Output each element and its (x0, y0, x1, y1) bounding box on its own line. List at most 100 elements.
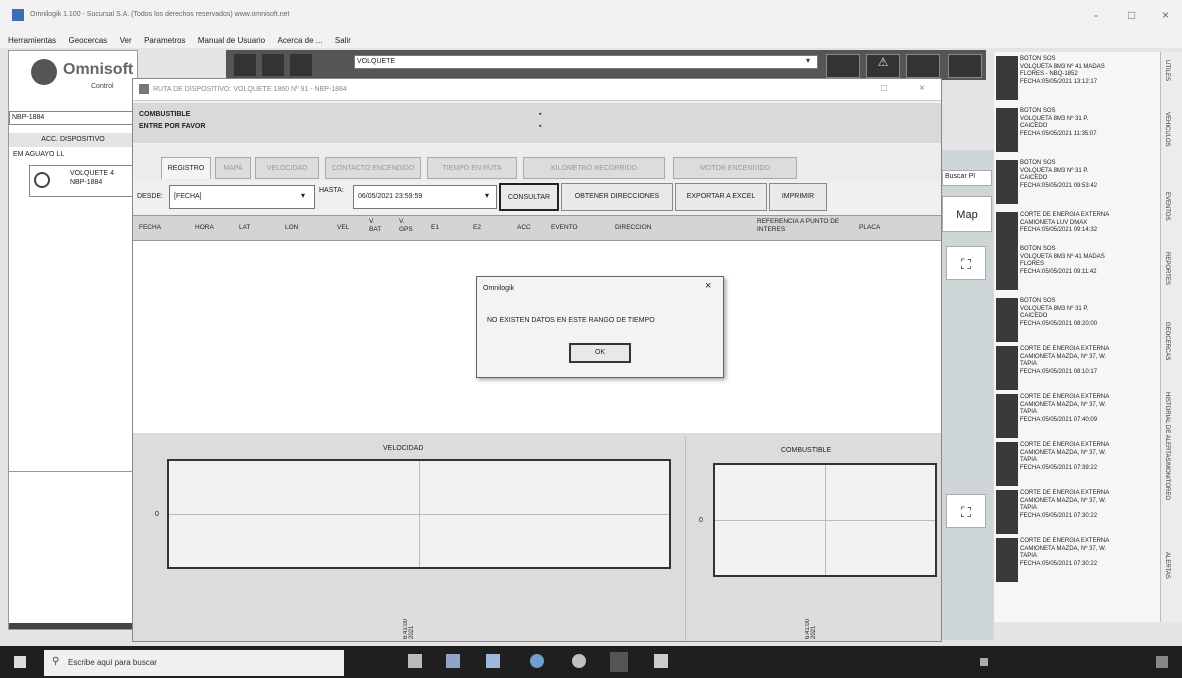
tab-registro[interactable]: REGISTRO (161, 157, 211, 179)
close-button[interactable]: × (1162, 8, 1169, 22)
fullscreen-icon-2[interactable]: ⛶ (946, 494, 986, 528)
col-referencia[interactable]: REFERENCIA A PUNTO DE INTERES (757, 218, 855, 234)
search-input[interactable]: VOLQUETE (354, 55, 818, 69)
consultar-button[interactable]: CONSULTAR (499, 183, 559, 211)
taskbar-app-4[interactable] (530, 654, 544, 668)
alert-item[interactable]: CORTE DE ENERGIA EXTERNA CAMIONETA MAZDA… (994, 344, 1160, 394)
layers-icon[interactable] (826, 54, 860, 78)
dialog-close-button[interactable]: × (919, 83, 925, 94)
alert-item[interactable]: BOTON SOS VOLQUETA 8M3 Nº 31 P. CAICEDO … (994, 158, 1160, 208)
map-type-button[interactable]: Map (942, 196, 992, 232)
taskbar-app-7[interactable] (654, 654, 668, 668)
col-vel[interactable]: VEL (337, 224, 349, 232)
start-icon[interactable] (14, 656, 26, 668)
tree-item[interactable]: VOLQUETE 4 NBP-1884 (29, 165, 137, 197)
tool-icon-1[interactable] (234, 54, 256, 76)
column-header: ACC. DISPOSITIVO (9, 133, 137, 147)
taskbar-app-2[interactable] (446, 654, 460, 668)
ok-button[interactable]: OK (569, 343, 631, 363)
tools-icon[interactable] (906, 54, 940, 78)
warning-icon[interactable]: ⚠ (866, 54, 900, 78)
col-fecha[interactable]: FECHA (139, 224, 161, 232)
col-vgps[interactable]: V. GPS (399, 218, 417, 234)
col-vbat[interactable]: V. BAT (369, 218, 387, 234)
tab-row: REGISTRO MAPA VELOCIDAD CONTACTO ENCENDI… (133, 145, 941, 181)
map-search-tab[interactable]: Buscar Pl (942, 170, 992, 186)
vtab-geocercas[interactable]: GEOCERCAS (1164, 322, 1170, 360)
taskbar-search[interactable]: ⚲ Escribe aquí para buscar (44, 650, 344, 676)
obtener-direcciones-button[interactable]: OBTENER DIRECCIONES (561, 183, 673, 211)
alert-text: CORTE DE ENERGIA EXTERNA CAMIONETA MAZDA… (1020, 538, 1110, 567)
taskbar-app-6[interactable] (610, 652, 628, 672)
dialog-maximize-button[interactable]: □ (881, 83, 887, 94)
chart-divider (685, 437, 686, 641)
menu-salir[interactable]: Salir (335, 32, 351, 50)
vtab-eventos[interactable]: EVENTOS (1164, 192, 1170, 221)
message-close-button[interactable]: × (705, 280, 711, 292)
alert-item[interactable]: CORTE DE ENERGIA EXTERNA CAMIONETA MAZDA… (994, 392, 1160, 442)
tool-icon-2[interactable] (262, 54, 284, 76)
vtab-utiles[interactable]: UTILES (1164, 60, 1170, 81)
exportar-excel-button[interactable]: EXPORTAR A EXCEL (675, 183, 767, 211)
tray-icon[interactable] (980, 658, 988, 666)
notification-icon[interactable] (1156, 656, 1168, 668)
velocidad-zero-label: 0 (155, 511, 159, 518)
taskbar-app-3[interactable] (486, 654, 500, 668)
col-hora[interactable]: HORA (195, 224, 214, 232)
tool-icon-3[interactable] (290, 54, 312, 76)
alert-item[interactable]: BOTON SOS VOLQUETA 8M3 Nº 41 MADAS FLORE… (994, 244, 1160, 294)
col-lon[interactable]: LON (285, 224, 298, 232)
hasta-dropdown-icon[interactable]: ▾ (485, 191, 489, 200)
hasta-field[interactable]: 06/05/2021 23:59:59 (353, 185, 497, 209)
dialog-titlebar: RUTA DE DISPOSITIVO: VOLQUETE 1860 Nº 91… (133, 79, 941, 101)
tab-tiempo[interactable]: TIEMPO EN RUTA (427, 157, 517, 179)
col-evento[interactable]: EVENTO (551, 224, 578, 232)
alert-icon (996, 442, 1018, 486)
menu-herramientas[interactable]: Herramientas (8, 32, 56, 50)
alert-text: CORTE DE ENERGIA EXTERNA CAMIONETA MAZDA… (1020, 394, 1110, 423)
vtab-reportes[interactable]: REPORTES (1164, 252, 1170, 285)
chevron-down-icon[interactable]: ▾ (806, 56, 810, 65)
fullscreen-icon[interactable]: ⛶ (946, 246, 986, 280)
menu-acerca[interactable]: Acerca de ... (278, 32, 323, 50)
imprimir-button[interactable]: IMPRIMIR (769, 183, 827, 211)
col-lat[interactable]: LAT (239, 224, 250, 232)
alert-item[interactable]: BOTON SOS VOLQUETA 8M3 Nº 31 P. CAICEDO … (994, 296, 1160, 346)
alert-text: CORTE DE ENERGIA EXTERNA CAMIONETA MAZDA… (1020, 490, 1110, 519)
table-header: FECHA HORA LAT LON VEL V. BAT V. GPS E1 … (133, 215, 941, 241)
minimize-button[interactable]: - (1094, 8, 1098, 22)
alert-item[interactable]: BOTON SOS VOLQUETA 8M3 Nº 31 P. CAICEDO … (994, 106, 1160, 156)
maximize-button[interactable]: □ (1128, 8, 1135, 22)
vtab-vehiculos[interactable]: VEHICULOS (1164, 112, 1170, 147)
vtab-historial[interactable]: HISTORIAL DE ALERTAS/MONITOREO (1164, 392, 1170, 500)
expand-icon[interactable] (948, 54, 982, 78)
desde-dropdown-icon[interactable]: ▾ (301, 191, 305, 200)
taskbar-app-5[interactable] (572, 654, 586, 668)
dialog-icon (139, 84, 149, 94)
tab-contacto[interactable]: CONTACTO ENCENDIDO (325, 157, 421, 179)
tab-velocidad[interactable]: VELOCIDAD (255, 157, 319, 179)
vtab-alertas[interactable]: ALERTAS (1164, 552, 1170, 579)
col-direccion[interactable]: DIRECCION (615, 224, 651, 232)
tab-motor[interactable]: MOTOR ENCENDIDO (673, 157, 797, 179)
menu-parametros[interactable]: Parametros (144, 32, 185, 50)
alert-text: BOTON SOS VOLQUETA 8M3 Nº 41 MADAS FLORE… (1020, 246, 1105, 275)
col-e1[interactable]: E1 (431, 224, 439, 232)
taskbar-app-1[interactable] (408, 654, 422, 668)
alert-item[interactable]: CORTE DE ENERGIA EXTERNA CAMIONETA MAZDA… (994, 440, 1160, 490)
menu-geocercas[interactable]: Geocercas (68, 32, 107, 50)
col-e2[interactable]: E2 (473, 224, 481, 232)
map-view[interactable]: Buscar Pl Map ⛶ ⛶ (940, 150, 994, 640)
device-combo[interactable]: NBP-1884 (9, 111, 137, 125)
alert-item[interactable]: BOTON SOS VOLQUETA 8M3 Nº 41 MADAS FLORE… (994, 54, 1160, 104)
col-acc[interactable]: ACC (517, 224, 531, 232)
alert-item[interactable]: CORTE DE ENERGIA EXTERNA CAMIONETA MAZDA… (994, 488, 1160, 538)
alert-item[interactable]: CORTE DE ENERGIA EXTERNA CAMIONETA MAZDA… (994, 536, 1160, 586)
tab-mapa[interactable]: MAPA (215, 157, 251, 179)
menu-manual[interactable]: Manual de Usuario (198, 32, 265, 50)
tab-kilometro[interactable]: KILOMETRO RECORRIDO (523, 157, 665, 179)
menu-ver[interactable]: Ver (120, 32, 132, 50)
desde-field[interactable]: [FECHA] (169, 185, 315, 209)
col-placa[interactable]: PLACA (859, 224, 880, 232)
tree-group[interactable]: EM AGUAYO LL (13, 151, 64, 158)
